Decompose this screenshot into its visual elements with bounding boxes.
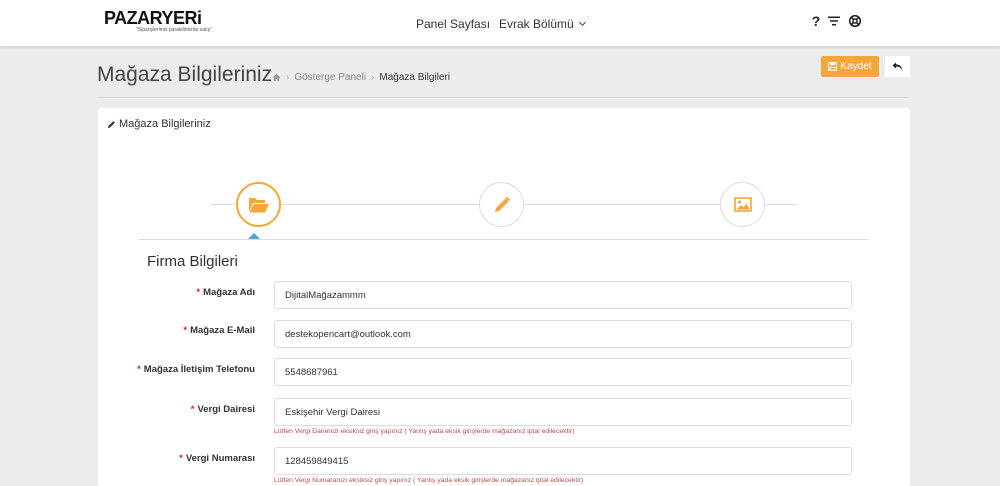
lifebuoy-icon[interactable] [847, 13, 863, 29]
wizard-step-3[interactable] [720, 182, 765, 227]
page-title: Mağaza Bilgileriniz [97, 63, 273, 86]
section-title: Firma Bilgileri [147, 253, 238, 270]
store-name-input[interactable] [274, 281, 852, 309]
tax-number-help-text: Lütfen Vergi Numaranızı eksiksiz giriş y… [274, 477, 584, 484]
label-text: Vergi Dairesi [197, 404, 255, 415]
nav-evrak-label: Evrak Bölümü [499, 17, 574, 31]
label-text: Mağaza E-Mail [190, 325, 255, 336]
pencil-icon [494, 196, 510, 212]
label-text: Vergi Numarası [185, 453, 255, 464]
breadcrumb: › Gösterge Paneli › Mağaza Bilgileri [272, 72, 450, 83]
tax-number-input[interactable] [274, 447, 852, 475]
filter-icon[interactable] [826, 13, 842, 29]
required-mark: * [183, 325, 188, 336]
pencil-icon [107, 120, 115, 128]
store-phone-input[interactable] [274, 358, 852, 386]
question-icon[interactable]: ? [808, 13, 824, 29]
image-icon [733, 197, 752, 212]
required-mark: * [196, 287, 201, 298]
reply-icon [892, 62, 903, 71]
save-button[interactable]: Kaydet [821, 56, 879, 77]
label-tax-number: * Vergi Numarası [135, 453, 255, 465]
breadcrumb-link-dashboard[interactable]: Gösterge Paneli [294, 72, 366, 83]
required-mark: * [179, 453, 183, 464]
wizard-step-1[interactable] [236, 182, 281, 227]
card-title: Mağaza Bilgileriniz [107, 118, 211, 130]
nav-evrak-bolumu[interactable]: Evrak Bölümü [499, 17, 586, 31]
card-title-text: Mağaza Bilgileriniz [119, 118, 211, 130]
required-mark: * [137, 364, 141, 375]
home-icon[interactable] [272, 73, 281, 82]
logo-tagline: "Siparişlerimiz paralelimizde satış" [136, 27, 213, 33]
breadcrumb-separator: › [371, 72, 375, 83]
divider [97, 97, 910, 98]
required-mark: * [190, 404, 195, 415]
label-text: Mağaza İletişim Telefonu [143, 364, 255, 375]
label-store-phone: * Mağaza İletişim Telefonu [135, 364, 255, 376]
logo-text: PAZARYERi [104, 8, 202, 28]
label-tax-office: * Vergi Dairesi [135, 404, 255, 416]
label-store-name: * Mağaza Adı [135, 287, 255, 299]
floppy-icon [828, 62, 838, 71]
save-button-label: Kaydet [840, 61, 872, 72]
store-info-card: Mağaza Bilgileriniz Firma Bilgileri * Mağ… [98, 108, 910, 486]
breadcrumb-current: Mağaza Bilgileri [379, 72, 450, 83]
folder-open-icon [248, 197, 269, 212]
top-navbar: PAZARYERi "Siparişlerimiz paralelimizde … [0, 0, 1000, 46]
label-text: Mağaza Adı [203, 287, 255, 298]
wizard-divider [138, 239, 869, 240]
nav-panel-sayfasi[interactable]: Panel Sayfası [416, 17, 490, 31]
tax-office-input[interactable] [274, 398, 852, 426]
tax-office-help-text: Lütfen Vergi Dairenizi eksiksiz giriş ya… [274, 428, 575, 435]
chevron-down-icon [578, 18, 586, 27]
store-email-input[interactable] [274, 320, 852, 348]
logo[interactable]: PAZARYERi "Siparişlerimiz paralelimizde … [104, 9, 212, 33]
back-button[interactable] [885, 56, 910, 77]
breadcrumb-separator: › [286, 72, 290, 83]
wizard-step-2[interactable] [479, 182, 524, 227]
label-store-email: * Mağaza E-Mail [135, 325, 255, 337]
